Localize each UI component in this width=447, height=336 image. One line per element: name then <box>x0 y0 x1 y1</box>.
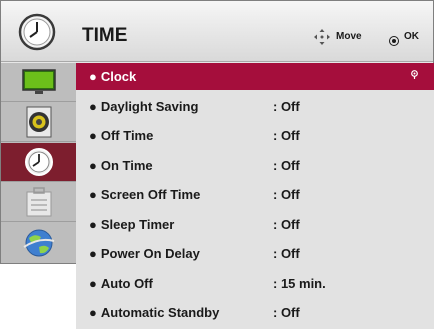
bullet-icon: ● <box>89 98 97 114</box>
bullet-icon: ● <box>89 305 97 320</box>
menu-item-label: ● Screen Off Time <box>89 187 200 202</box>
sidebar-item-sound[interactable] <box>1 103 76 142</box>
menu-item-text: Off Time <box>100 128 154 143</box>
menu-item-label: ● Power On Delay <box>89 246 200 261</box>
bullet-icon: ● <box>89 187 97 202</box>
move-arrows-icon <box>314 29 330 45</box>
menu-item-value: : Off <box>273 157 300 173</box>
menu-item-value: : Off <box>273 98 300 114</box>
move-hint-label: Move <box>336 31 362 42</box>
menu-item-off-time[interactable]: ● Off Time : Off <box>76 122 434 150</box>
bullet-icon: ● <box>89 246 97 261</box>
menu-item-label: ● Sleep Timer <box>89 217 174 232</box>
menu-item-label: ● On Time <box>89 158 153 173</box>
menu-header: TIME Move OK <box>1 1 433 62</box>
menu-item-value: : Off <box>273 128 300 143</box>
ok-button-icon <box>389 36 399 46</box>
menu-item-text: Auto Off <box>100 275 153 291</box>
bullet-icon: ● <box>89 275 97 291</box>
menu-item-value: : Off <box>273 216 300 232</box>
sidebar-item-time[interactable] <box>1 143 76 182</box>
menu-item-label: ● Auto Off <box>89 276 153 291</box>
setup-icon <box>26 187 51 217</box>
menu-item-automatic-standby[interactable]: ● Automatic Standby : Off <box>76 299 434 327</box>
bullet-icon: ● <box>89 69 97 84</box>
menu-item-text: Clock <box>100 69 137 84</box>
menu-item-power-on-delay[interactable]: ● Power On Delay : Off <box>76 240 434 268</box>
ok-hint-label: OK <box>404 31 419 42</box>
sidebar-item-network[interactable] <box>1 223 76 262</box>
menu-item-label: ● Daylight Saving <box>89 99 198 114</box>
menu-item-text: Power On Delay <box>100 246 200 261</box>
menu-item-value: : Off <box>273 246 300 261</box>
category-sidebar <box>1 63 76 263</box>
bullet-icon: ● <box>89 128 97 143</box>
bullet-icon: ● <box>89 157 97 173</box>
bullet-icon: ● <box>89 216 97 232</box>
menu-item-text: Sleep Timer <box>100 216 175 232</box>
picture-icon <box>21 69 56 94</box>
menu-item-value: : Off <box>273 305 300 320</box>
menu-item-text: Screen Off Time <box>100 187 201 202</box>
menu-item-text: Automatic Standby <box>100 305 220 320</box>
menu-item-text: Daylight Saving <box>100 98 199 114</box>
menu-item-daylight-saving[interactable]: ● Daylight Saving : Off <box>76 93 434 121</box>
menu-item-auto-off[interactable]: ● Auto Off : 15 min. <box>76 270 434 298</box>
time-icon <box>24 148 53 176</box>
page-title: TIME <box>82 25 128 46</box>
network-icon <box>22 229 54 256</box>
sidebar-item-setup[interactable] <box>1 183 76 222</box>
menu-item-value: : 15 min. <box>273 275 326 291</box>
menu-item-on-time[interactable]: ● On Time : Off <box>76 152 434 180</box>
menu-item-sleep-timer[interactable]: ● Sleep Timer : Off <box>76 211 434 239</box>
menu-item-clock[interactable]: ● Clock <box>76 63 434 90</box>
menu-item-screen-off-time[interactable]: ● Screen Off Time : Off <box>76 181 434 209</box>
menu-item-label: ● Off Time <box>89 128 153 143</box>
select-pointer-icon <box>411 70 418 79</box>
sidebar-item-picture[interactable] <box>1 63 76 102</box>
clock-icon <box>18 13 56 51</box>
menu-item-text: On Time <box>100 157 153 173</box>
menu-item-label: ● Automatic Standby <box>89 305 219 320</box>
sound-icon <box>26 106 51 138</box>
menu-item-label: ● Clock <box>89 69 136 84</box>
menu-item-value: : Off <box>273 187 300 202</box>
